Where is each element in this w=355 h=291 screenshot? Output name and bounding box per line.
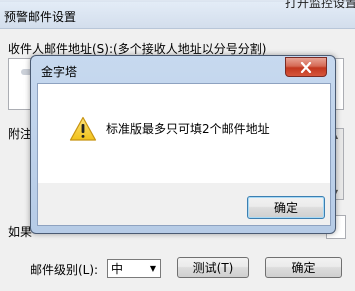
close-icon (300, 61, 312, 73)
test-button[interactable]: 测试(T) (177, 257, 249, 278)
background-ok-button[interactable]: 确定 (265, 257, 342, 278)
if-label: 如果 (8, 225, 33, 239)
alert-dialog: 金字塔 标准版最多只可填2个邮件地址 确定 (30, 55, 336, 234)
level-label: 邮件级别(L): (30, 263, 99, 277)
close-button[interactable] (285, 57, 327, 77)
warning-icon (69, 116, 97, 141)
top-right-fragment: 打开监控设置 (285, 0, 355, 10)
dialog-message-area: 标准版最多只可填2个邮件地址 (38, 84, 330, 183)
level-select[interactable]: 中 ▼ (107, 259, 161, 278)
background-window-title: 预警邮件设置 (4, 10, 77, 24)
dialog-message: 标准版最多只可填2个邮件地址 (106, 122, 270, 136)
dialog-title: 金字塔 (41, 65, 78, 79)
level-select-value: 中 (111, 262, 124, 276)
note-label: 附注 (8, 127, 33, 141)
chevron-down-icon[interactable]: ▼ (146, 264, 160, 273)
dialog-ok-button[interactable]: 确定 (247, 196, 325, 219)
dialog-body: 标准版最多只可填2个邮件地址 确定 (37, 83, 331, 226)
